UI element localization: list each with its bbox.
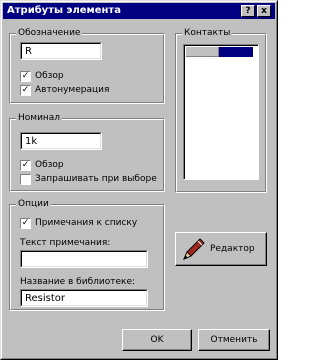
- library-name-value: Resistor: [25, 293, 65, 304]
- autonum-row[interactable]: ✓ Автонумерация: [20, 85, 150, 97]
- autonum-checkbox[interactable]: ✓: [20, 85, 31, 96]
- editor-button-label: Редактор: [210, 244, 255, 254]
- designation-view-label: Обзор: [35, 71, 64, 81]
- note-to-list-checkbox[interactable]: ✓: [20, 218, 31, 229]
- title-bar[interactable]: Атрибуты элемента ? x: [3, 3, 275, 19]
- note-text-label: Текст примечания:: [20, 238, 111, 248]
- contacts-group: Контакты: [175, 27, 267, 193]
- designation-value: R: [25, 46, 32, 57]
- note-to-list-row[interactable]: ✓ Примечания к списку: [20, 218, 160, 230]
- contacts-grid[interactable]: [183, 44, 259, 180]
- window-title: Атрибуты элемента: [7, 5, 121, 16]
- cancel-button-label: Отменить: [210, 335, 258, 345]
- help-icon: ?: [245, 6, 251, 16]
- nominal-view-label: Обзор: [35, 160, 64, 170]
- designation-group: Обозначение R ✓ Обзор ✓ Автонумерация: [9, 27, 165, 104]
- request-on-select-label: Запрашивать при выборе: [35, 174, 157, 184]
- nominal-input[interactable]: 1k: [20, 132, 102, 150]
- designation-view-row[interactable]: ✓ Обзор: [20, 71, 140, 83]
- options-legend: Опции: [16, 198, 51, 210]
- contacts-grid-cell[interactable]: [186, 47, 219, 57]
- element-attributes-dialog: Атрибуты элемента ? x Обозначение R ✓ Об…: [0, 0, 278, 360]
- note-to-list-label: Примечания к списку: [35, 218, 138, 228]
- nominal-group: Номинал 1k ✓ Обзор Запрашивать при выбор…: [9, 112, 165, 192]
- nominal-value: 1k: [25, 136, 38, 147]
- close-icon: x: [261, 6, 267, 16]
- autonum-label: Автонумерация: [35, 85, 110, 95]
- ok-button[interactable]: OK: [122, 329, 192, 351]
- contacts-grid-cell-selected[interactable]: [219, 47, 253, 57]
- designation-input[interactable]: R: [20, 42, 102, 60]
- nominal-view-row[interactable]: ✓ Обзор: [20, 160, 140, 172]
- library-name-label: Название в библиотеке:: [20, 277, 136, 287]
- options-group: Опции ✓ Примечания к списку Текст примеч…: [9, 198, 165, 311]
- nominal-legend: Номинал: [16, 112, 63, 124]
- nominal-view-checkbox[interactable]: ✓: [20, 160, 31, 171]
- designation-view-checkbox[interactable]: ✓: [20, 71, 31, 82]
- ok-button-label: OK: [150, 335, 164, 345]
- cancel-button[interactable]: Отменить: [198, 329, 270, 351]
- help-button[interactable]: ?: [241, 5, 255, 17]
- request-on-select-checkbox[interactable]: [20, 174, 31, 185]
- library-name-input[interactable]: Resistor: [20, 289, 148, 307]
- editor-button[interactable]: Редактор: [175, 232, 267, 266]
- close-button[interactable]: x: [257, 5, 271, 17]
- designation-legend: Обозначение: [16, 27, 83, 39]
- note-text-input[interactable]: [20, 250, 148, 268]
- contacts-legend: Контакты: [182, 27, 233, 39]
- pencil-icon: [183, 238, 205, 260]
- request-on-select-row[interactable]: Запрашивать при выборе: [20, 174, 160, 186]
